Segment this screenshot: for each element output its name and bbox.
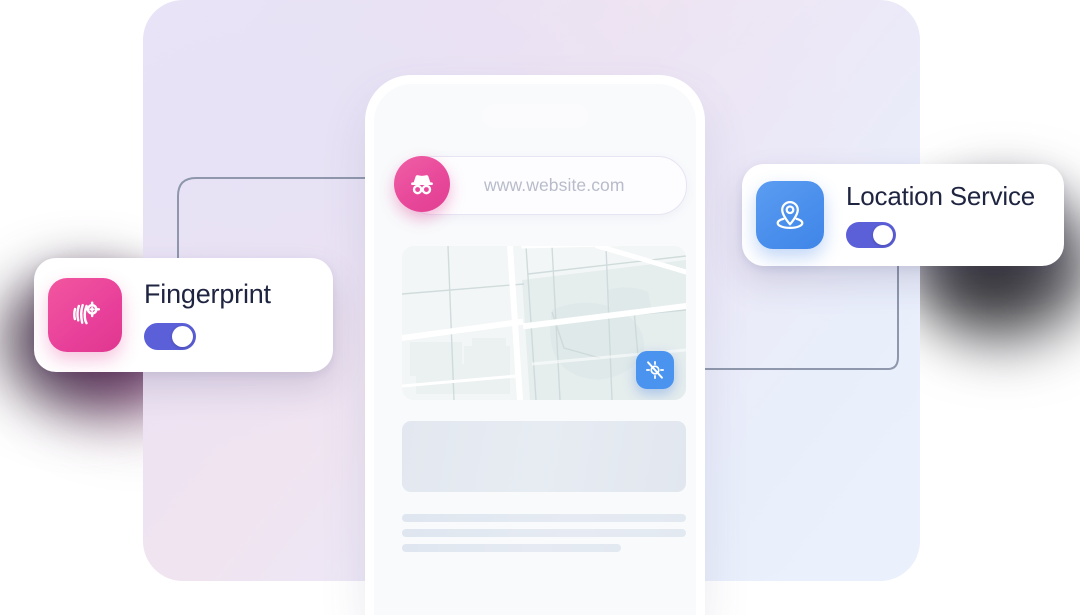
map-preview[interactable] — [402, 246, 686, 400]
incognito-icon[interactable] — [394, 156, 450, 212]
text-placeholder-line — [402, 544, 621, 552]
feature-card-body: Fingerprint — [144, 279, 271, 350]
url-input[interactable]: www.website.com — [484, 157, 668, 214]
feature-card-location-service[interactable]: Location Service — [742, 164, 1064, 266]
text-placeholder-line — [402, 529, 686, 537]
location-service-toggle[interactable] — [846, 221, 896, 248]
phone-screen: www.website.com — [374, 84, 696, 615]
location-off-icon[interactable] — [636, 351, 674, 389]
illustration-stage: www.website.com Fingerprint Location Ser… — [0, 0, 1080, 615]
toggle-knob — [873, 224, 893, 245]
phone-notch — [482, 104, 588, 128]
fingerprint-toggle[interactable] — [144, 322, 196, 350]
content-placeholder-block — [402, 421, 686, 492]
feature-card-fingerprint[interactable]: Fingerprint — [34, 258, 333, 372]
text-placeholder-line — [402, 514, 686, 522]
phone-mockup: www.website.com — [365, 75, 705, 615]
feature-card-title: Location Service — [846, 181, 1036, 212]
browser-url-bar[interactable]: www.website.com — [394, 156, 687, 215]
feature-card-body: Location Service — [846, 182, 1035, 248]
fingerprint-icon — [48, 278, 122, 352]
location-pin-icon — [756, 181, 824, 249]
feature-card-title: Fingerprint — [144, 279, 271, 310]
toggle-knob — [172, 325, 193, 347]
